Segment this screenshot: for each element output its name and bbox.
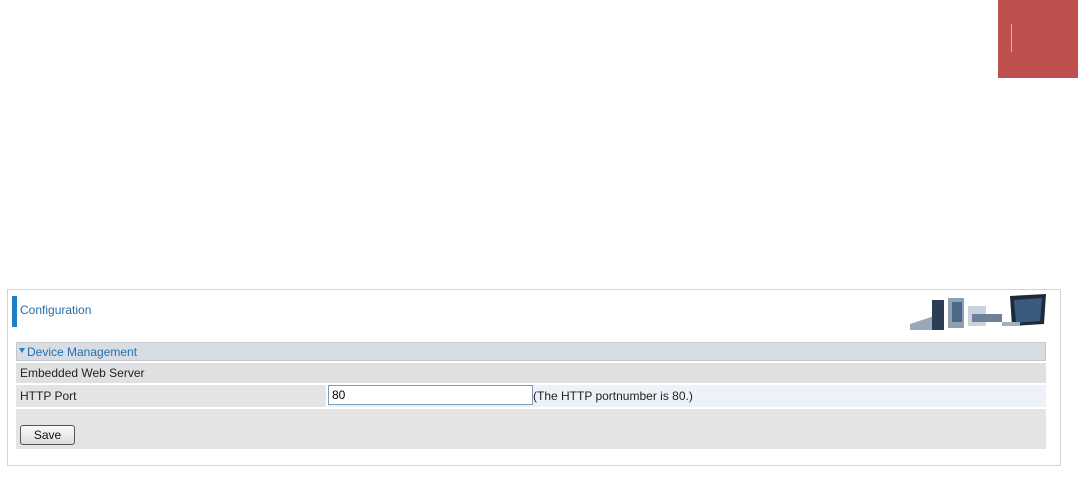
- actions-row: Save: [16, 409, 1046, 449]
- corner-notch: [1011, 24, 1012, 52]
- section-title: Device Management: [27, 345, 138, 359]
- http-port-hint: (The HTTP portnumber is 80.): [533, 389, 693, 403]
- http-port-row: HTTP Port (The HTTP portnumber is 80.): [16, 385, 1046, 407]
- http-port-label: HTTP Port: [20, 389, 77, 403]
- device-management-section: Device Management Embedded Web Server HT…: [16, 342, 1046, 449]
- http-port-input[interactable]: [328, 385, 533, 405]
- subsection-row: Embedded Web Server: [16, 363, 1046, 383]
- office-banner-image: [910, 294, 1046, 330]
- http-port-value-cell: (The HTTP portnumber is 80.): [328, 385, 1046, 407]
- save-button[interactable]: Save: [20, 425, 75, 445]
- section-header[interactable]: Device Management: [16, 342, 1046, 361]
- page-title: Configuration: [20, 303, 92, 317]
- collapse-arrow-icon: [19, 348, 25, 353]
- header-accent-bar: [12, 296, 17, 327]
- http-port-label-cell: HTTP Port: [16, 385, 326, 407]
- panel-header: Configuration: [8, 290, 1060, 333]
- subsection-label: Embedded Web Server: [20, 366, 145, 380]
- configuration-panel: Configuration Device Management Embedded…: [7, 289, 1061, 466]
- corner-block: [998, 0, 1078, 78]
